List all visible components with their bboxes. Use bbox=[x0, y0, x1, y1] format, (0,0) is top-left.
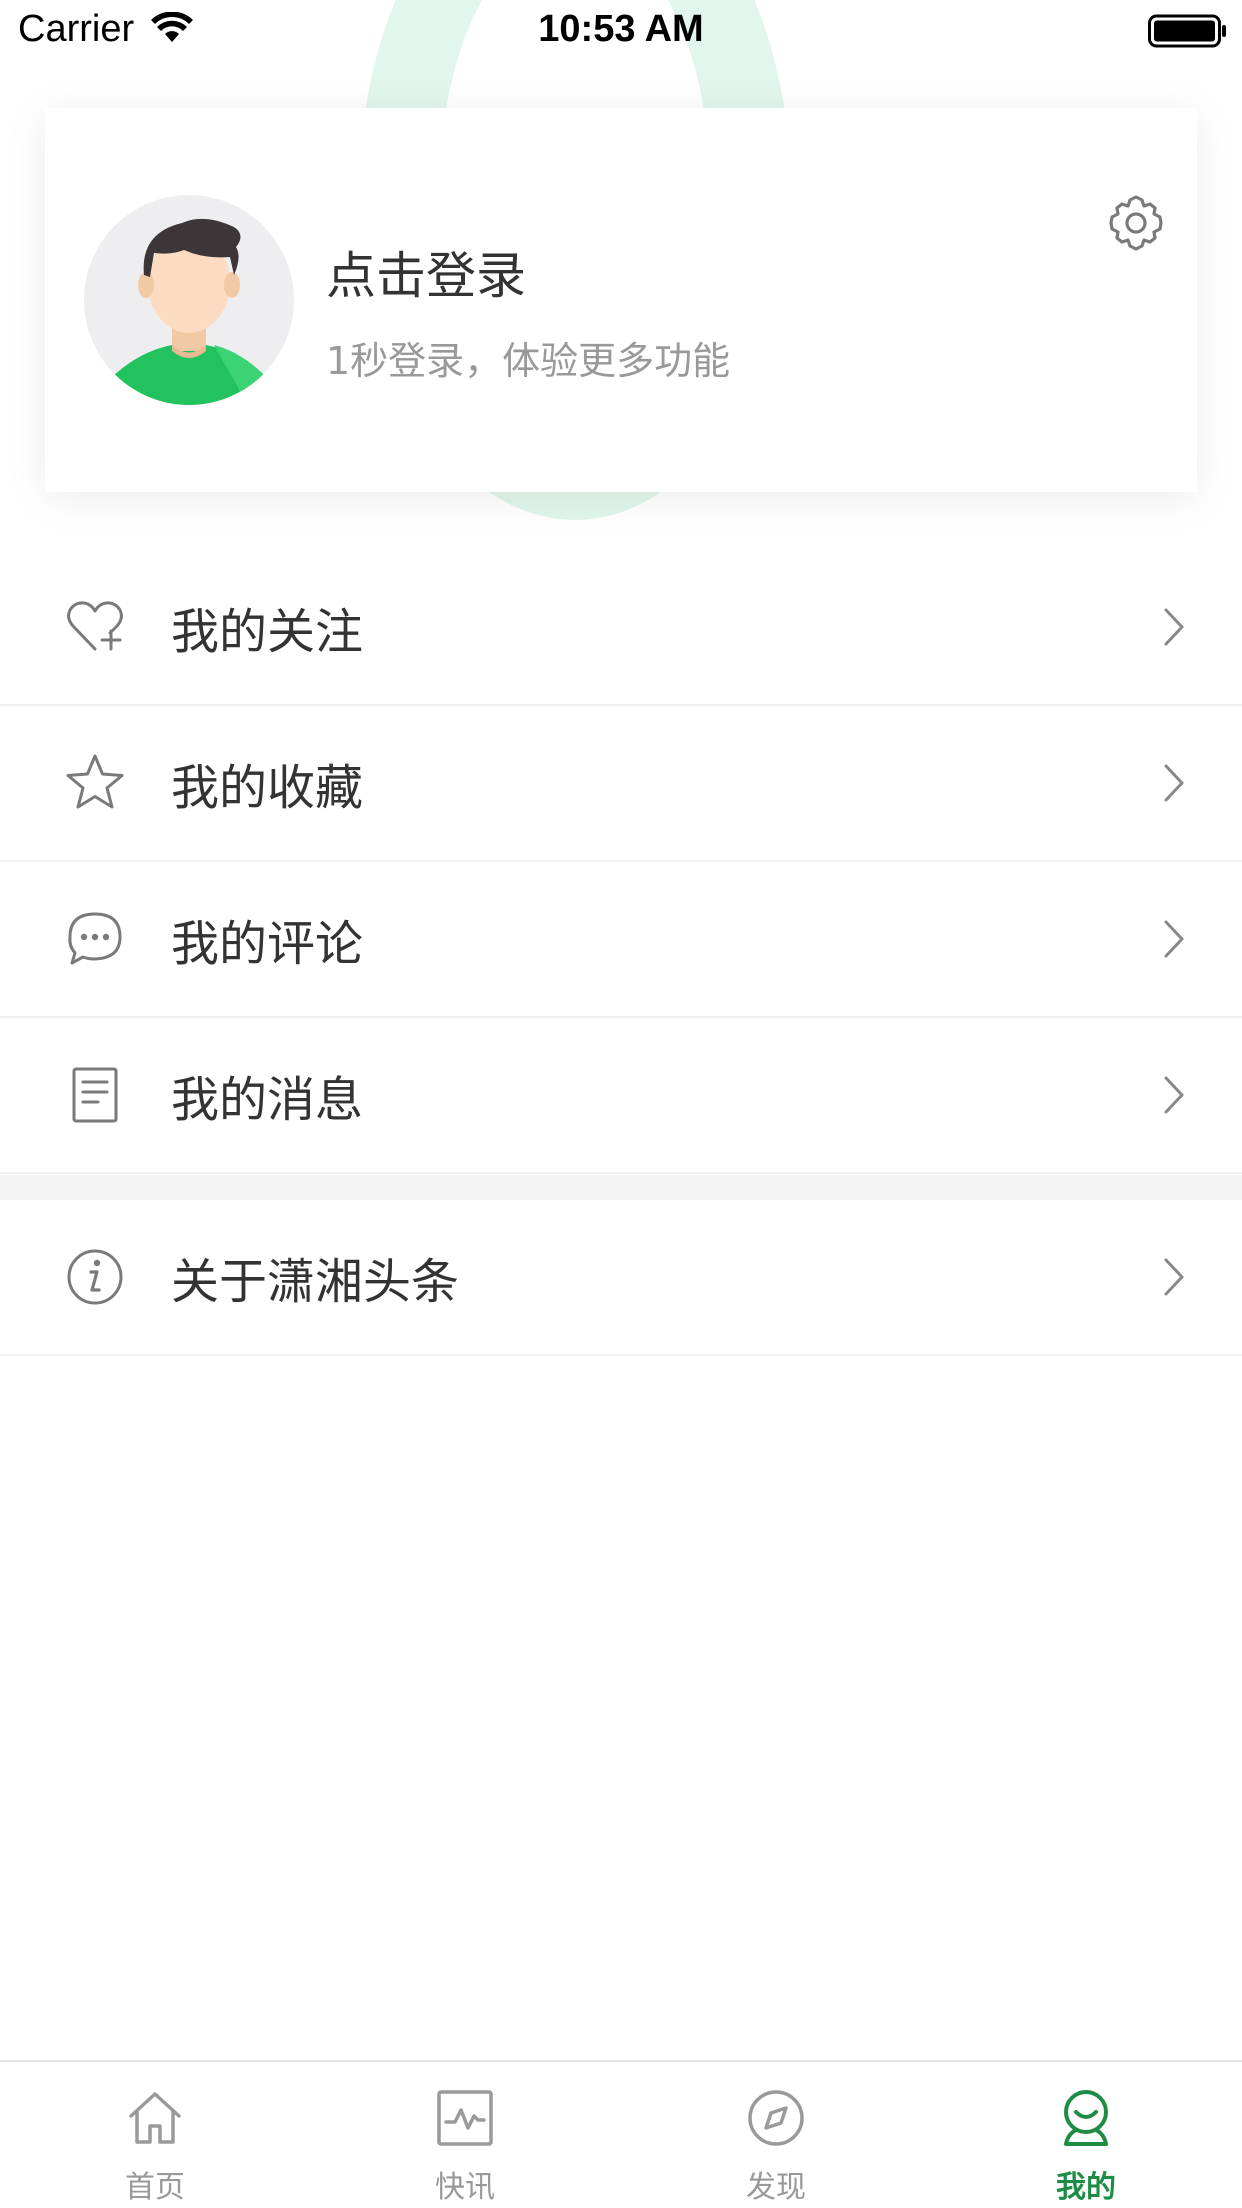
gear-icon[interactable] bbox=[1106, 193, 1166, 253]
tab-mine[interactable]: 我的 bbox=[931, 2062, 1241, 2208]
login-subtitle: 1秒登录，体验更多功能 bbox=[326, 339, 731, 383]
profile-login-card[interactable]: 点击登录 1秒登录，体验更多功能 bbox=[45, 108, 1197, 492]
tab-label: 首页 bbox=[125, 2170, 185, 2205]
user-smile-icon bbox=[1064, 2090, 1108, 2146]
menu-label: 我的关注 bbox=[171, 604, 364, 660]
bottom-tab-bar: 首页 快讯 发现 我的 bbox=[0, 2060, 1242, 2208]
star-icon bbox=[66, 754, 124, 809]
menu-item-favorites[interactable]: 我的收藏 bbox=[0, 706, 1242, 862]
tab-label: 我的 bbox=[1056, 2170, 1116, 2205]
battery-icon bbox=[1148, 14, 1226, 48]
menu-item-comments[interactable]: 我的评论 bbox=[0, 862, 1242, 1018]
section-divider bbox=[0, 1175, 1242, 1200]
tab-news-flash[interactable]: 快讯 bbox=[310, 2062, 620, 2208]
heart-plus-icon bbox=[67, 601, 123, 651]
menu-item-about[interactable]: 关于潇湘头条 bbox=[0, 1200, 1242, 1356]
home-icon bbox=[129, 2092, 181, 2144]
menu-item-follow[interactable]: 我的关注 bbox=[0, 550, 1242, 706]
chevron-right-icon bbox=[1164, 608, 1184, 646]
menu-label: 我的收藏 bbox=[171, 760, 364, 816]
info-icon bbox=[67, 1249, 123, 1305]
tab-discover[interactable]: 发现 bbox=[621, 2062, 931, 2208]
tab-label: 快讯 bbox=[435, 2170, 495, 2205]
chevron-right-icon bbox=[1164, 1258, 1184, 1296]
menu-item-messages[interactable]: 我的消息 bbox=[0, 1018, 1242, 1174]
status-bar: Carrier 10:53 AM bbox=[0, 0, 1242, 60]
pulse-chart-icon bbox=[437, 2090, 493, 2146]
clock-label: 10:53 AM bbox=[538, 8, 704, 50]
default-avatar-icon bbox=[109, 218, 269, 405]
compass-icon bbox=[748, 2090, 804, 2146]
chevron-right-icon bbox=[1164, 1076, 1184, 1114]
comment-icon bbox=[68, 912, 122, 965]
tab-home[interactable]: 首页 bbox=[0, 2062, 310, 2208]
menu-label: 关于潇湘头条 bbox=[171, 1254, 460, 1310]
chevron-right-icon bbox=[1164, 920, 1184, 958]
menu-list: 我的关注 我的收藏 我的评论 我的消息 bbox=[0, 550, 1242, 1174]
avatar[interactable] bbox=[84, 195, 294, 405]
about-menu-list: 关于潇湘头条 bbox=[0, 1200, 1242, 1356]
menu-label: 我的消息 bbox=[171, 1072, 364, 1128]
tab-label: 发现 bbox=[746, 2170, 806, 2205]
document-icon bbox=[72, 1067, 118, 1123]
menu-label: 我的评论 bbox=[171, 916, 364, 972]
chevron-right-icon bbox=[1164, 764, 1184, 802]
login-title[interactable]: 点击登录 bbox=[326, 236, 526, 308]
